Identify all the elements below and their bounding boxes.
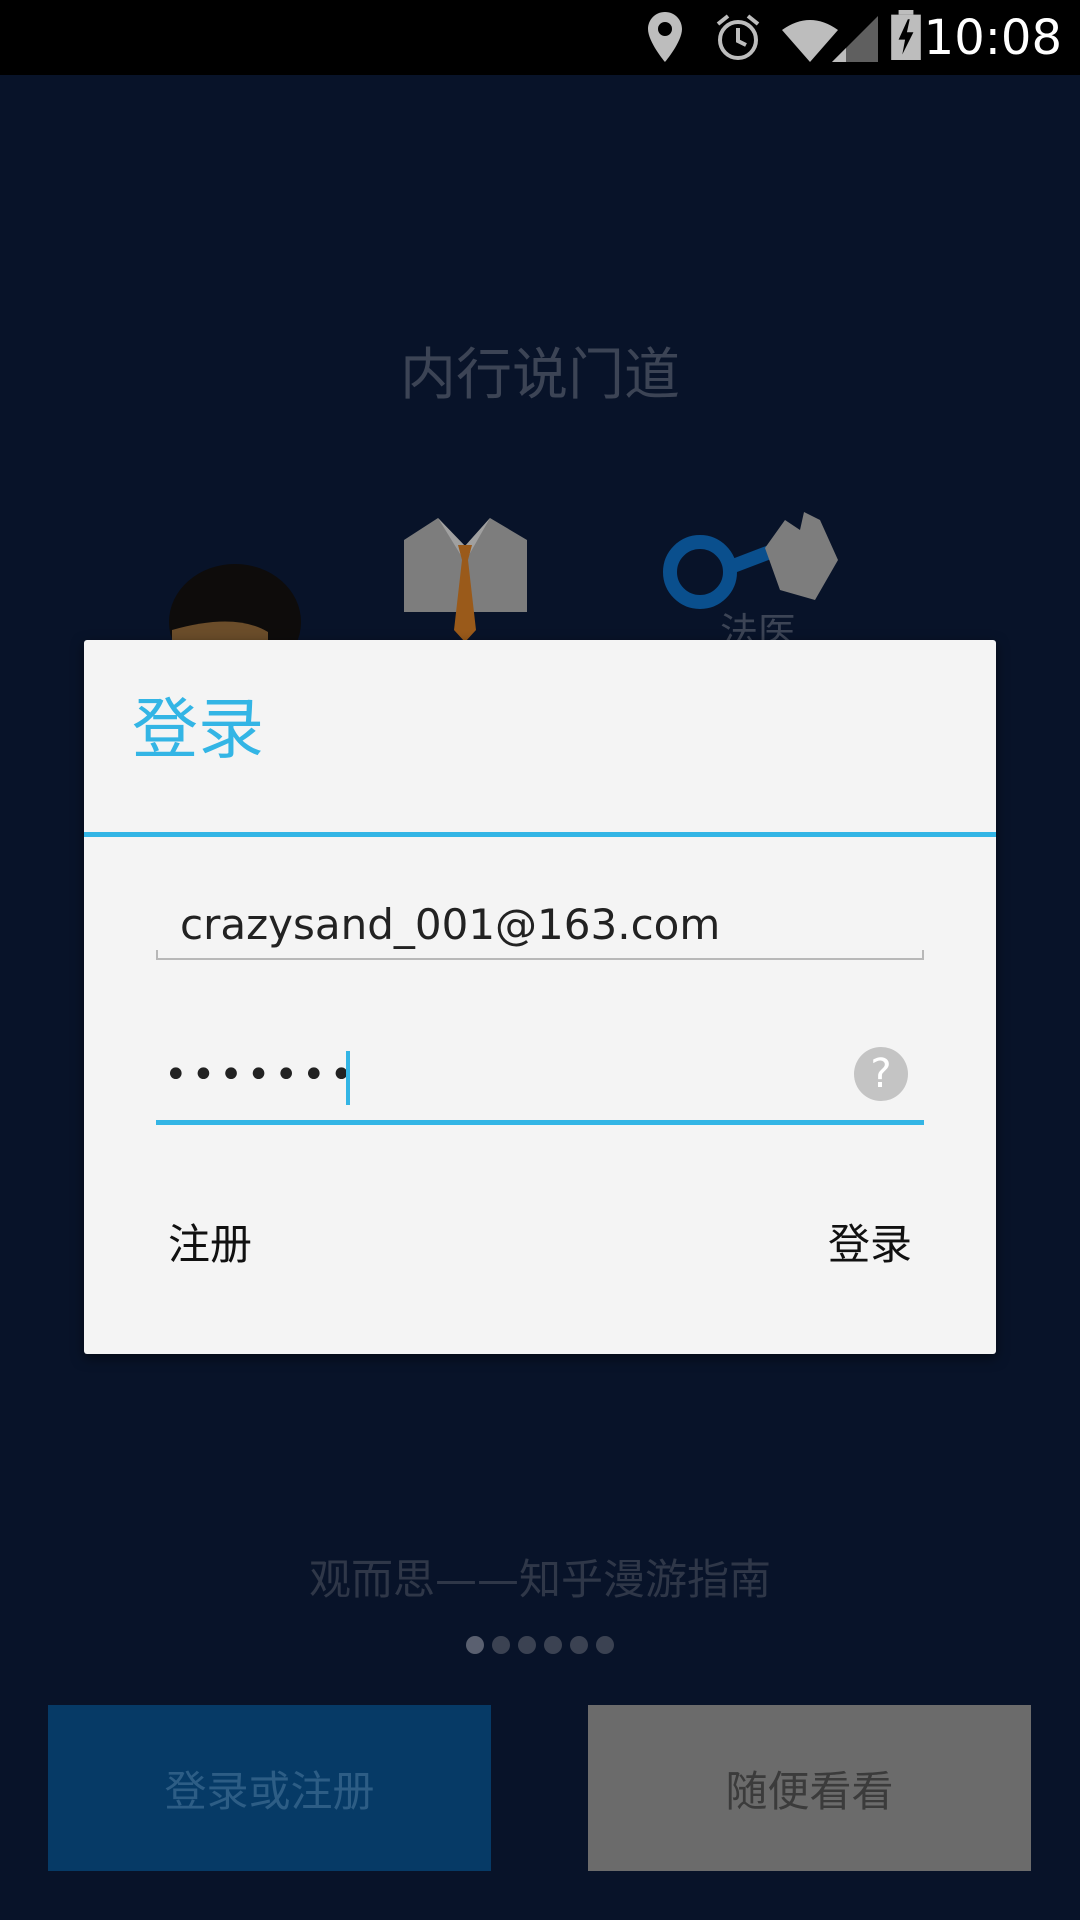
email-underline [156,950,924,960]
page-dot [518,1636,536,1654]
email-field[interactable]: crazysand_001@163.com [156,890,924,960]
background-subtitle: 观而思——知乎漫游指南 [308,1555,771,1604]
browse-button[interactable]: 随便看看 [588,1705,1031,1871]
magnifier-hand-icon [663,512,838,609]
register-button[interactable]: 注册 [168,1215,252,1275]
browse-label: 随便看看 [725,1766,894,1816]
password-field[interactable]: ••••••• ? [156,1035,924,1125]
login-or-register-label: 登录或注册 [164,1766,375,1816]
password-value: ••••••• [164,1052,358,1098]
dialog-title: 登录 [132,691,264,768]
page-dot [570,1636,588,1654]
login-dialog: 登录 crazysand_001@163.com ••••••• ? 注册 登录 [84,640,996,1354]
page-dot [596,1636,614,1654]
password-underline [156,1120,924,1125]
shirt-tie-icon [404,518,527,642]
text-cursor [346,1051,350,1105]
email-value: crazysand_001@163.com [180,900,721,949]
background-illustrations: 法医 [169,512,838,660]
help-icon[interactable]: ? [854,1047,908,1101]
page-dot [492,1636,510,1654]
page-dot [466,1636,484,1654]
page-indicator [0,1636,1080,1658]
dialog-divider [84,832,996,837]
login-button[interactable]: 登录 [828,1215,912,1275]
login-or-register-button[interactable]: 登录或注册 [48,1705,491,1871]
page-dot [544,1636,562,1654]
